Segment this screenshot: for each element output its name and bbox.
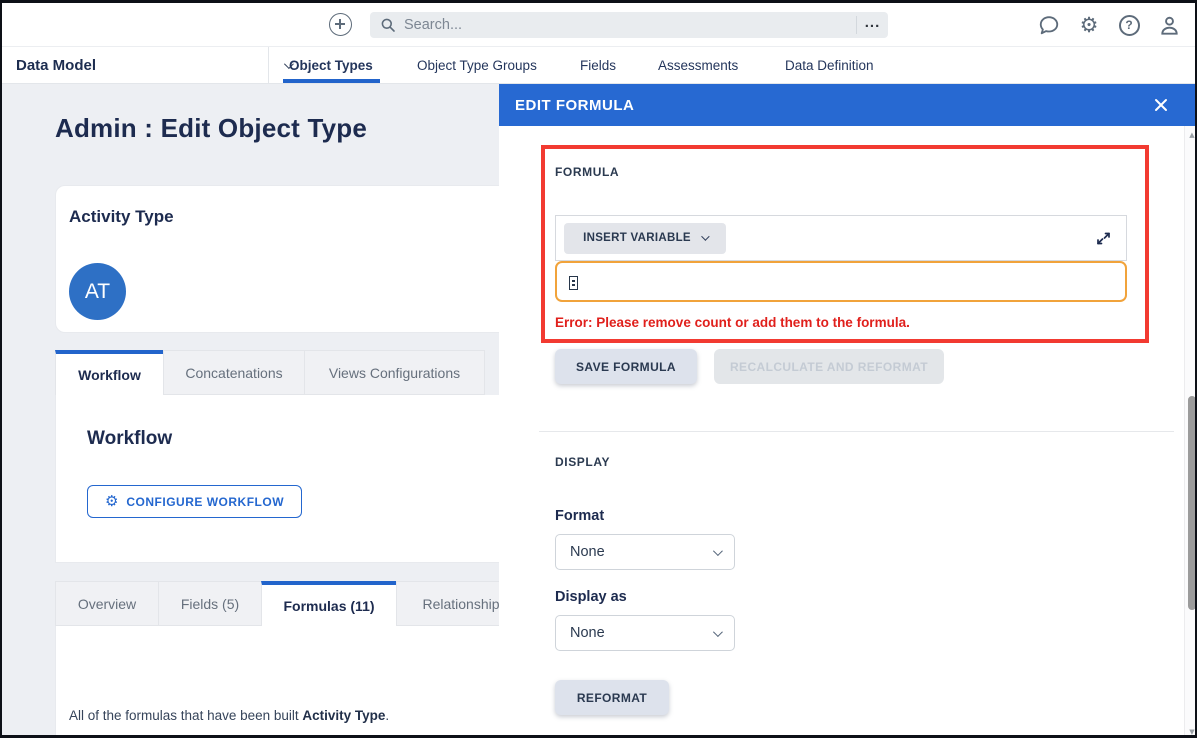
- chevron-down-icon: [713, 546, 723, 556]
- configure-workflow-label: CONFIGURE WORKFLOW: [126, 495, 284, 509]
- gear-icon: ⚙: [105, 494, 118, 509]
- tab-workflow[interactable]: Workflow: [55, 350, 164, 395]
- formula-section-label: FORMULA: [555, 165, 619, 179]
- panel-header: EDIT FORMULA: [499, 84, 1197, 126]
- section-divider: [539, 431, 1174, 432]
- formulas-note: All of the formulas that have been built…: [69, 708, 389, 723]
- tab-fields[interactable]: Fields: [580, 47, 616, 83]
- search-more-button[interactable]: ...: [856, 16, 888, 34]
- format-select-value: None: [570, 544, 605, 560]
- active-tab-indicator: [283, 79, 380, 83]
- user-icon[interactable]: [1157, 13, 1181, 37]
- formula-input[interactable]: [555, 261, 1127, 302]
- search-bar[interactable]: ...: [370, 12, 888, 38]
- format-label: Format: [555, 508, 604, 524]
- formulas-note-object: Activity Type: [302, 708, 385, 723]
- chat-icon[interactable]: [1037, 13, 1061, 37]
- add-icon[interactable]: [329, 13, 352, 36]
- nav-divider: [268, 47, 269, 83]
- format-select[interactable]: None: [555, 534, 735, 570]
- config-tabs: Workflow Concatenations Views Configurat…: [55, 350, 485, 395]
- tab-object-type-groups[interactable]: Object Type Groups: [417, 47, 537, 83]
- help-icon[interactable]: ?: [1117, 13, 1141, 37]
- configure-workflow-button[interactable]: ⚙ CONFIGURE WORKFLOW: [87, 485, 302, 518]
- display-as-label: Display as: [555, 589, 627, 605]
- scrollbar[interactable]: ▲ ▼: [1184, 126, 1197, 738]
- save-formula-button[interactable]: SAVE FORMULA: [555, 349, 697, 384]
- tab-object-types[interactable]: Object Types: [289, 47, 373, 83]
- workflow-heading: Workflow: [87, 428, 172, 450]
- close-icon[interactable]: [1153, 97, 1169, 113]
- display-section-label: DISPLAY: [555, 455, 610, 469]
- app-window: ... ⚙ ? Data Model Object Types Object T…: [0, 0, 1197, 738]
- settings-icon[interactable]: ⚙: [1077, 13, 1101, 37]
- data-model-label: Data Model: [16, 57, 96, 74]
- avatar: AT: [69, 263, 126, 320]
- avatar-initials: AT: [85, 280, 110, 304]
- topbar-icons: ⚙ ?: [1037, 3, 1181, 47]
- tab-views-configurations[interactable]: Views Configurations: [304, 350, 485, 395]
- expand-icon[interactable]: [1095, 230, 1112, 247]
- insert-variable-button[interactable]: INSERT VARIABLE: [564, 223, 726, 254]
- insert-variable-label: INSERT VARIABLE: [583, 232, 691, 244]
- object-card-title: Activity Type: [69, 207, 174, 227]
- reformat-button[interactable]: REFORMAT: [555, 680, 669, 715]
- tab-assessments[interactable]: Assessments: [658, 47, 738, 83]
- edit-formula-panel: EDIT FORMULA FORMULA INSERT VARIABLE: [499, 84, 1197, 738]
- recalculate-reformat-button[interactable]: RECALCULATE AND REFORMAT: [714, 349, 944, 384]
- chevron-down-icon: [713, 627, 723, 637]
- unknown-character-glyph: [569, 276, 578, 290]
- scrollbar-thumb[interactable]: [1188, 396, 1196, 610]
- search-input[interactable]: [396, 17, 856, 33]
- module-nav: Data Model Object Types Object Type Grou…: [2, 47, 1195, 84]
- detail-tabs: Overview Fields (5) Formulas (11) Relati…: [55, 581, 526, 626]
- display-as-select[interactable]: None: [555, 615, 735, 651]
- scrollbar-up-arrow[interactable]: ▲: [1185, 131, 1197, 139]
- chevron-down-icon: [701, 232, 709, 240]
- formulas-note-suffix: .: [385, 708, 389, 723]
- tab-concatenations[interactable]: Concatenations: [163, 350, 305, 395]
- tab-fields-count[interactable]: Fields (5): [158, 581, 262, 626]
- topbar: ... ⚙ ?: [2, 3, 1195, 47]
- formulas-note-prefix: All of the formulas that have been built: [69, 708, 302, 723]
- search-icon: [380, 17, 396, 33]
- display-as-select-value: None: [570, 625, 605, 641]
- tab-data-definition[interactable]: Data Definition: [785, 47, 874, 83]
- page-title: Admin : Edit Object Type: [55, 113, 367, 144]
- tab-formulas[interactable]: Formulas (11): [261, 581, 397, 626]
- question-mark: ?: [1119, 15, 1140, 36]
- formula-toolbar: INSERT VARIABLE: [555, 215, 1127, 261]
- scrollbar-down-arrow[interactable]: ▼: [1185, 728, 1197, 736]
- panel-title: EDIT FORMULA: [515, 97, 634, 114]
- tab-overview[interactable]: Overview: [55, 581, 159, 626]
- formula-error-text: Error: Please remove count or add them t…: [555, 315, 910, 330]
- data-model-dropdown[interactable]: Data Model: [16, 47, 291, 83]
